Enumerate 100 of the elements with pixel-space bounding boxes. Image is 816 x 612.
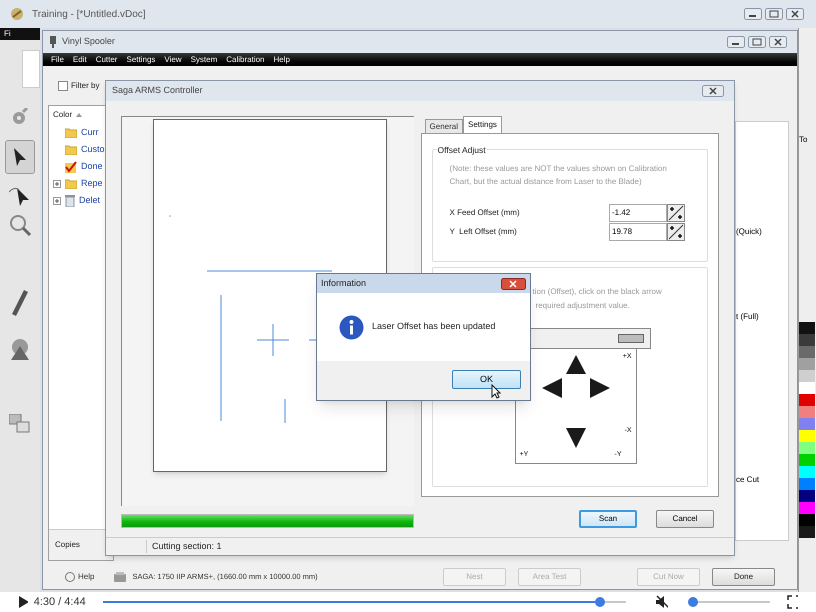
column-header[interactable]: Color [53, 109, 72, 121]
color-swatch[interactable] [799, 358, 815, 370]
indicator-box [618, 334, 644, 343]
color-swatch[interactable] [799, 478, 815, 490]
spinner-icon[interactable] [667, 204, 685, 222]
color-swatch[interactable] [799, 514, 815, 526]
panel-label: To [799, 134, 808, 146]
right-arrow-icon[interactable] [588, 376, 612, 400]
dialog-button[interactable]: Cancel [656, 510, 714, 528]
info-icon [339, 314, 364, 340]
color-swatch[interactable] [799, 346, 815, 358]
menu-item[interactable]: System [190, 54, 218, 66]
folder-icon [65, 144, 77, 155]
color-swatch[interactable] [799, 406, 815, 418]
dialog-title: Information [321, 276, 366, 290]
field-label: Y Left Offset (mm) [450, 226, 517, 238]
menu-item[interactable]: View [164, 54, 182, 66]
pointer-icon [13, 148, 27, 166]
menu-item[interactable]: Help [274, 54, 290, 66]
help-icon[interactable] [65, 572, 75, 582]
expand-icon[interactable] [53, 196, 61, 204]
color-swatch[interactable] [799, 322, 815, 334]
dialog-button[interactable]: Scan [579, 510, 637, 528]
filter-checkbox[interactable] [58, 80, 68, 90]
document-thumbnail [22, 50, 40, 88]
color-swatch[interactable] [799, 526, 815, 538]
offset-field[interactable]: -1.42 [609, 204, 667, 222]
close-icon[interactable] [702, 85, 724, 97]
fullscreen-icon[interactable] [786, 595, 798, 609]
color-swatch[interactable] [799, 430, 815, 442]
check-icon [65, 160, 77, 172]
color-swatch[interactable] [799, 490, 815, 502]
expand-icon[interactable] [53, 180, 61, 188]
color-swatch[interactable] [799, 442, 815, 454]
close-icon[interactable] [769, 36, 787, 48]
list-item[interactable]: Curr [81, 126, 98, 140]
app-icon [10, 7, 24, 21]
list-item[interactable]: Repe [81, 176, 103, 190]
minimize-icon[interactable] [727, 36, 745, 48]
menu-item[interactable]: Settings [126, 54, 156, 66]
color-swatch[interactable] [799, 394, 815, 406]
menu-item[interactable]: Calibration [226, 54, 265, 66]
menu-item[interactable]: Edit [72, 54, 87, 66]
restore-icon[interactable] [748, 36, 766, 48]
dialog-message: Laser Offset has been updated [372, 320, 496, 334]
filter-label: Filter by [71, 80, 100, 92]
color-swatch[interactable] [799, 454, 815, 466]
menu-item[interactable]: Cutter [96, 54, 118, 66]
canvas-label: (Quick) [736, 226, 762, 238]
field-label: X Feed Offset (mm) [450, 207, 520, 219]
mute-icon[interactable] [654, 595, 668, 609]
color-swatch[interactable] [799, 334, 815, 346]
play-icon[interactable] [18, 596, 28, 608]
cutter-icon [114, 572, 126, 582]
color-swatch[interactable] [799, 418, 815, 430]
color-swatch[interactable] [799, 466, 815, 478]
down-arrow-icon[interactable] [564, 426, 588, 450]
spool-icon [49, 36, 57, 48]
trash-icon [65, 194, 75, 206]
ok-button[interactable]: OK [452, 370, 521, 389]
sort-icon [76, 113, 82, 117]
status-text: Cutting section: 1 [146, 540, 222, 554]
tab[interactable]: General [424, 119, 463, 133]
minimize-icon[interactable] [744, 8, 762, 20]
magnifier-icon[interactable] [9, 214, 31, 236]
playback-time: 4:30 / 4:44 [34, 594, 86, 610]
menu-item[interactable]: File [51, 54, 64, 66]
spooler-button[interactable]: Done [712, 568, 775, 586]
offset-field[interactable]: 19.78 [609, 223, 667, 241]
copies-label: Copies [55, 539, 80, 551]
pointer-tool[interactable] [5, 140, 35, 174]
left-arrow-icon[interactable] [540, 376, 564, 400]
window-title: Vinyl Spooler [62, 35, 115, 48]
folder-icon [65, 127, 77, 138]
pencil-icon[interactable] [12, 290, 28, 316]
slider-thumb[interactable] [594, 597, 605, 607]
list-item[interactable]: Done [81, 160, 103, 174]
note-text: (Note: these values are NOT the values shown on Calibration Chart, but the actual distance from Laser to the Blade) [450, 163, 668, 188]
spinner-icon[interactable] [667, 223, 685, 241]
menu-item[interactable]: Fi [4, 28, 11, 40]
window-title: Saga ARMS Controller [112, 84, 203, 98]
slider-thumb[interactable] [688, 597, 698, 607]
folder-icon [65, 178, 77, 189]
restore-icon[interactable] [765, 8, 783, 20]
color-swatch[interactable] [799, 502, 815, 514]
color-swatch[interactable] [799, 370, 815, 382]
group-title: Offset Adjust [436, 144, 487, 157]
dot-mark [169, 215, 171, 217]
close-icon[interactable] [501, 278, 526, 290]
list-item[interactable]: Delet [79, 194, 100, 208]
shape-icon[interactable] [9, 338, 31, 360]
instruction-text: required adjustment value. [534, 300, 631, 312]
close-icon[interactable] [786, 8, 804, 20]
help-link[interactable]: Help [78, 570, 94, 582]
color-swatch[interactable] [799, 382, 815, 394]
instruction-text: tion (Offset), click on the black arrow [532, 286, 663, 298]
list-item[interactable]: Custo [81, 142, 105, 156]
blocks-icon[interactable] [9, 414, 31, 434]
canvas-label: ce Cut [736, 474, 760, 486]
tab[interactable]: Settings [463, 116, 502, 133]
